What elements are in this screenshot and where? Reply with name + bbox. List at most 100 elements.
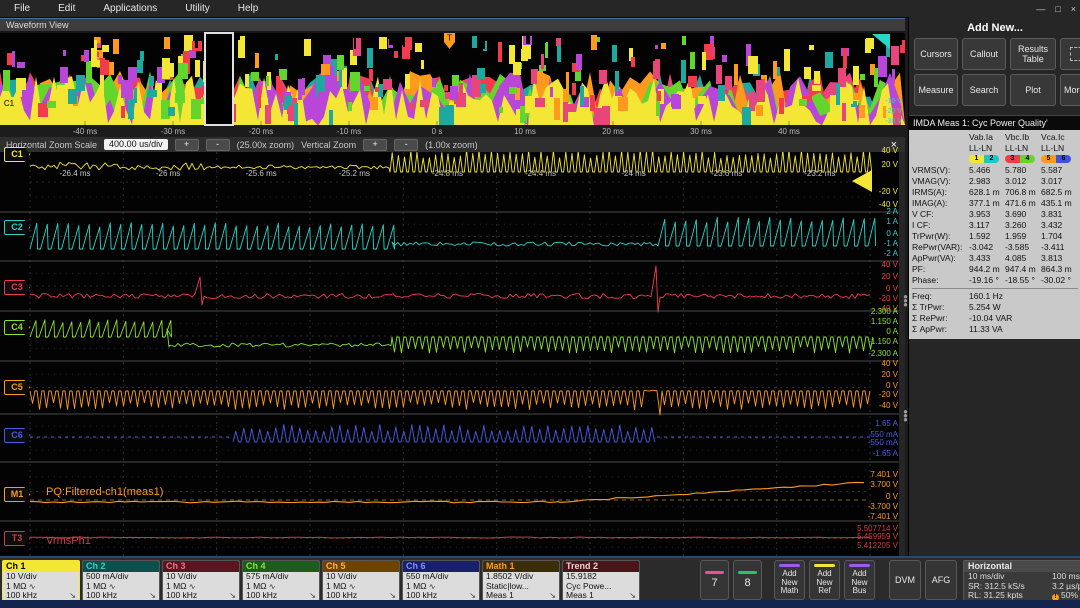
close-icon[interactable]: × [1071,4,1076,14]
imda-value: -3.411 [1041,242,1077,253]
scale-label-c3: 20 V [852,273,898,281]
source-badge-5: 5 [1041,155,1056,163]
afg-button[interactable]: AFG [925,560,957,600]
menu-file[interactable]: File [0,3,44,14]
overview-waveform[interactable]: -40 ms-30 ms-20 ms-10 ms0 s10 ms20 ms30 … [0,31,905,137]
h-zoom-scale-value[interactable]: 400.00 us/div [104,139,168,150]
math1-badge[interactable]: Math 11.8502 V/divStatic|low...Meas 1↘ [482,560,560,602]
channel-7-button[interactable]: 7 [700,560,729,600]
v-zoom-plus-button[interactable]: + [363,139,387,151]
imda-row-label: V CF: [912,209,969,220]
main-waveform-plot[interactable]: -26.4 ms-26 ms-25.6 ms-25.2 ms-24.8 ms-2… [0,152,905,556]
scale-label-c1: -20 V [852,188,898,196]
waveform-view-title: Waveform View [0,18,905,31]
imda-table-title: IMDA Meas 1: Cyc Power Quality' [909,115,1080,130]
imda-column-header: Vca.Ic [1041,132,1077,143]
add-new-search-button[interactable]: Search [962,74,1006,106]
main-time-label: -24 ms [621,169,645,178]
add-new-ref-button[interactable]: Add New Ref [809,560,840,600]
scale-label-c2: 2 A [852,208,898,216]
maximize-icon[interactable]: □ [1055,4,1060,14]
imda-value: 628.1 m [969,187,1005,198]
imda-subheader: LL-LN [969,143,1005,154]
minimize-icon[interactable]: — [1036,4,1045,14]
main-time-label: -25.6 ms [246,169,277,178]
add-new-plot-button[interactable]: Plot [1010,74,1056,106]
channel-8-button[interactable]: 8 [733,560,762,600]
add-new-results-table-button[interactable]: Results Table [1010,38,1056,70]
source-badge-4: 4 [1020,155,1035,163]
add-new-measure-button[interactable]: Measure [914,74,958,106]
imda-row: IRMS(A):628.1 m706.8 m682.5 m [912,187,1078,198]
imda-summary-row: Σ RePwr:-10.04 VAR [912,313,1078,324]
menu-applications[interactable]: Applications [89,3,171,14]
main-time-label: -23.6 ms [711,169,742,178]
imda-value: -19.16 ° [969,275,1005,286]
scale-label-m1: -7.401 V [852,513,898,521]
v-zoom-minus-button[interactable]: - [394,139,418,151]
main-time-label: -26.4 ms [59,169,90,178]
imda-row-label: PF: [912,264,969,275]
imda-row-label: RePwr(VAR): [912,242,969,253]
imda-row-label: ApPwr(VA): [912,253,969,264]
scale-label-c5: -40 V [852,402,898,410]
ch3-badge[interactable]: Ch 310 V/div1 MΩ ∿100 kHz↘ [162,560,240,602]
overview-time-label: -40 ms [73,127,97,136]
add-new-callout-button[interactable]: Callout [962,38,1006,70]
dvm-button[interactable]: DVM [889,560,921,600]
imda-row: V CF:3.9533.6903.831 [912,209,1078,220]
menu-help[interactable]: Help [224,3,273,14]
scale-label-c6: 1.65 A [852,420,898,428]
ch1-badge[interactable]: Ch 110 V/div1 MΩ ∿100 kHz↘ [2,560,80,602]
overview-time-label: 40 ms [778,127,800,136]
imda-value: 3.813 [1041,253,1077,264]
imda-row-label: IRMS(A): [912,187,969,198]
scale-label-c5: 0 V [852,382,898,390]
overview-time-label: -30 ms [161,127,185,136]
ch5-badge[interactable]: Ch 510 V/div1 MΩ ∿100 kHz↘ [322,560,400,602]
imda-value: 471.6 m [1005,198,1041,209]
zoom-select-button[interactable] [1060,38,1080,70]
svg-text:-20 V: -20 V [885,108,902,115]
menu-utility[interactable]: Utility [171,3,223,14]
scale-label-c5: -20 V [852,391,898,399]
add-new-cursors-button[interactable]: Cursors [914,38,958,70]
add-new-bus-button[interactable]: Add New Bus [844,560,875,600]
ch6-badge[interactable]: Ch 6550 mA/div1 MΩ ∿100 kHz↘ [402,560,480,602]
zoom-select-icon [1070,47,1080,61]
main-time-label: -25.2 ms [339,169,370,178]
ch4-badge[interactable]: Ch 4575 mA/div1 MΩ ∿100 kHz↘ [242,560,320,602]
imda-measurement-table[interactable]: IMDA Meas 1: Cyc Power Quality' Vab.IaVb… [909,115,1080,339]
horizontal-panel[interactable]: Horizontal10 ms/div100 msSR: 312.5 kS/s3… [963,560,1080,602]
imda-summary-row: Σ ApPwr:11.33 VA [912,324,1078,335]
imda-summary-label: Freq: [912,291,969,302]
scale-label-c2: 1 A [852,218,898,226]
scale-label-c4: 1.150 A [852,318,898,326]
imda-row: Phase:-19.16 °-18.55 °-30.02 ° [912,275,1078,286]
overview-time-label: 20 ms [602,127,624,136]
imda-subheader: LL-LN [1005,143,1041,154]
add-new-math-button[interactable]: Add New Math [774,560,805,600]
imda-row: PF:944.2 m947.4 m864.3 m [912,264,1078,275]
menu-edit[interactable]: Edit [44,3,89,14]
ch2-badge[interactable]: Ch 2500 mA/div1 MΩ ∿100 kHz↘ [82,560,160,602]
scale-label-m1: 7.401 V [852,471,898,479]
imda-value: 2.983 [969,176,1005,187]
imda-value: 3.260 [1005,220,1041,231]
imda-column-headers: Vab.IaVbc.IbVca.Ic [912,132,1078,143]
imda-summary-label: Σ TrPwr: [912,302,969,313]
imda-value: 4.085 [1005,253,1041,264]
more-button[interactable]: More... [1060,74,1080,106]
imda-value: -18.55 ° [1005,275,1041,286]
imda-value: 3.433 [969,253,1005,264]
h-zoom-plus-button[interactable]: + [175,139,199,151]
trend2-badge[interactable]: Trend 215.9182Cyc Powe...Meas 1↘ [562,560,640,602]
imda-row: RePwr(VAR):-3.042-3.585-3.411 [912,242,1078,253]
scale-label-c3: -20 V [852,295,898,303]
imda-row-label: IMAG(A): [912,198,969,209]
h-zoom-minus-button[interactable]: - [206,139,230,151]
math1-trace-label: PQ:Filtered-ch1(meas1) [46,486,163,498]
scale-label-c5: 20 V [852,371,898,379]
imda-summary-row: Σ TrPwr:5.254 W [912,302,1078,313]
v-zoom-label: Vertical Zoom [301,140,356,150]
